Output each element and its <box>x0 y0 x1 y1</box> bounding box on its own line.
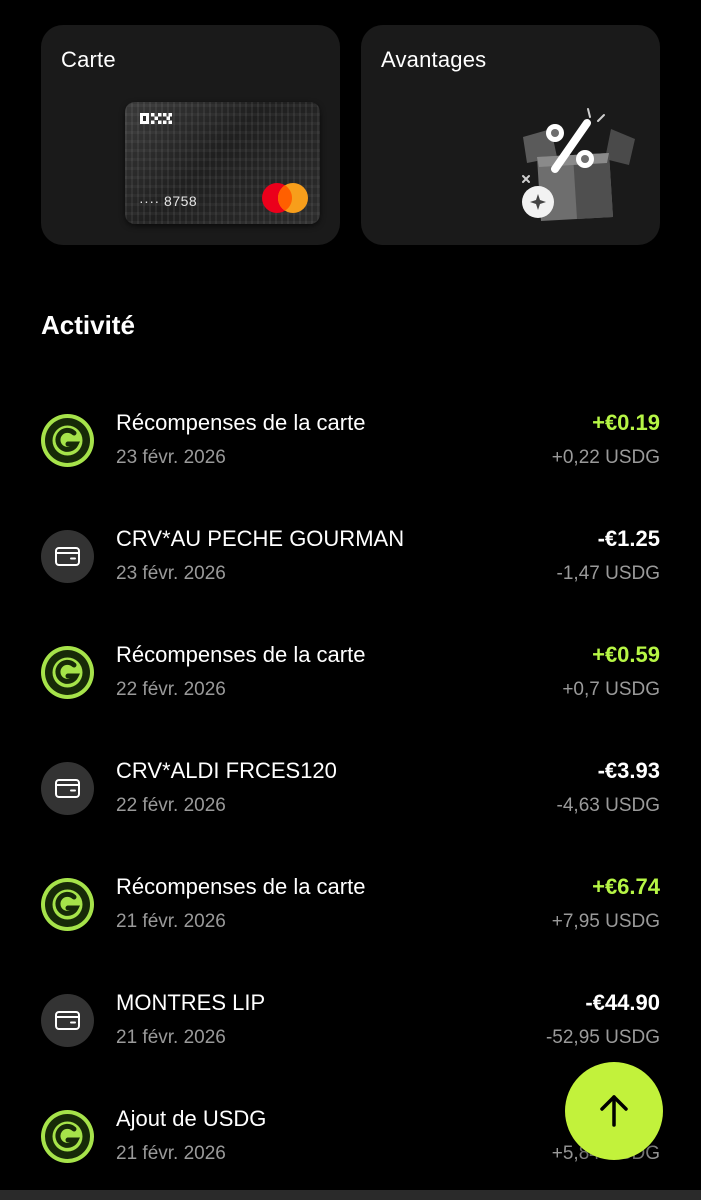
card-number: ···· 8758 <box>139 193 198 209</box>
transaction-title: Récompenses de la carte <box>116 874 366 899</box>
transaction-row[interactable]: CRV*ALDI FRCES120 22 févr. 2026 -€3.93 -… <box>0 728 701 844</box>
transaction-usdg-amount: -52,95 USDG <box>545 1027 660 1048</box>
usdg-coin-icon <box>41 878 94 931</box>
perks-tile-title: Avantages <box>381 47 487 72</box>
transaction-usdg-amount: -4,63 USDG <box>556 795 660 816</box>
arrow-up-icon <box>600 1095 628 1127</box>
transaction-date: 21 févr. 2026 <box>116 911 226 932</box>
wallet-card-icon <box>41 762 94 815</box>
transaction-row[interactable]: Récompenses de la carte 23 févr. 2026 +€… <box>0 380 701 496</box>
transaction-amount: -€44.90 <box>585 990 660 1015</box>
transaction-row[interactable]: Récompenses de la carte 22 févr. 2026 +€… <box>0 612 701 728</box>
transaction-date: 22 févr. 2026 <box>116 679 226 700</box>
scroll-to-top-button[interactable] <box>565 1062 663 1160</box>
transaction-row[interactable]: Récompenses de la carte 21 févr. 2026 +€… <box>0 844 701 960</box>
usdg-coin-icon <box>41 646 94 699</box>
transaction-usdg-amount: -1,47 USDG <box>556 563 660 584</box>
mastercard-logo-icon <box>262 183 308 213</box>
transaction-title: CRV*ALDI FRCES120 <box>116 758 337 783</box>
perks-tile[interactable]: Avantages <box>361 25 660 245</box>
transaction-usdg-amount: +0,7 USDG <box>562 679 660 700</box>
bank-card-image: ···· 8758 <box>125 102 320 224</box>
card-tile-title: Carte <box>61 47 116 72</box>
transaction-amount: +€6.74 <box>592 874 660 899</box>
transaction-title: Récompenses de la carte <box>116 642 366 667</box>
transaction-amount: -€3.93 <box>597 758 660 783</box>
activity-title: Activité <box>41 310 135 340</box>
transaction-title: MONTRES LIP <box>116 990 266 1015</box>
transaction-usdg-amount: +0,22 USDG <box>551 447 660 468</box>
transaction-title: CRV*AU PECHE GOURMAN <box>116 526 405 551</box>
transaction-usdg-amount: +7,95 USDG <box>551 911 660 932</box>
transaction-row[interactable]: MONTRES LIP 21 févr. 2026 -€44.90 -52,95… <box>0 960 701 1076</box>
usdg-coin-icon <box>41 414 94 467</box>
transaction-date: 22 févr. 2026 <box>116 795 226 816</box>
transaction-row[interactable]: CRV*AU PECHE GOURMAN 23 févr. 2026 -€1.2… <box>0 496 701 612</box>
okx-logo <box>140 113 172 124</box>
bottom-bar-edge <box>0 1190 701 1200</box>
transaction-amount: +€0.19 <box>592 410 660 435</box>
transaction-title: Ajout de USDG <box>116 1106 267 1131</box>
usdg-coin-icon <box>41 1110 94 1163</box>
card-tile[interactable]: Carte ···· 8758 <box>41 25 340 245</box>
transaction-date: 23 févr. 2026 <box>116 563 226 584</box>
transaction-title: Récompenses de la carte <box>116 410 366 435</box>
transaction-amount: -€1.25 <box>597 526 660 551</box>
wallet-card-icon <box>41 994 94 1047</box>
transaction-date: 23 févr. 2026 <box>116 447 226 468</box>
gift-box-percent-icon <box>522 108 635 221</box>
transaction-date: 21 févr. 2026 <box>116 1143 226 1164</box>
wallet-card-icon <box>41 530 94 583</box>
card-activity-screen: Carte ···· 8758 Avantages Activité Récom… <box>0 0 701 1200</box>
transaction-date: 21 févr. 2026 <box>116 1027 226 1048</box>
transaction-amount: +€0.59 <box>592 642 660 667</box>
